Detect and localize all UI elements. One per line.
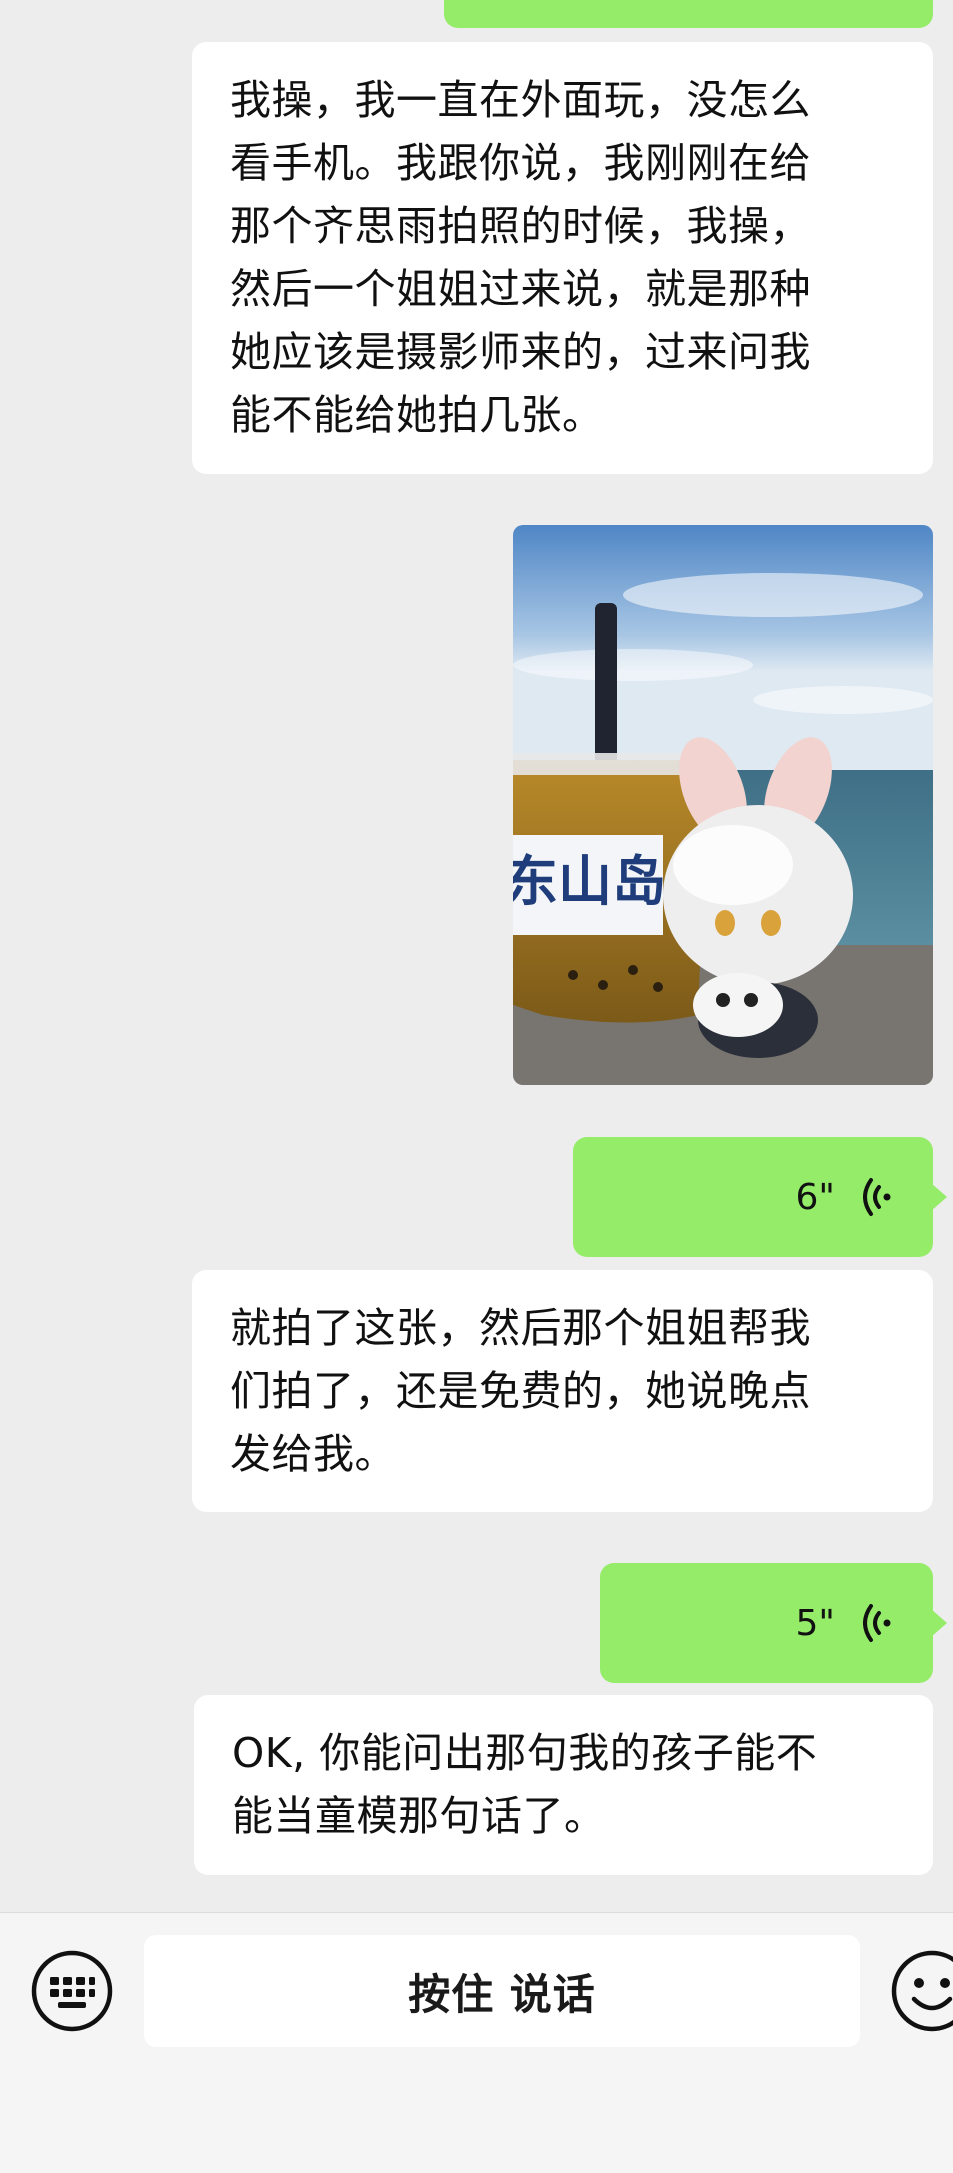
received-message[interactable]: 就拍了这张，然后那个姐姐帮我 们拍了，还是免费的，她说晚点 发给我。 (192, 1270, 933, 1512)
chat-area[interactable]: 我操，我一直在外面玩，没怎么 看手机。我跟你说，我刚刚在给 那个齐思雨拍照的时候… (0, 0, 953, 1912)
sent-image-message[interactable]: 东山岛 (513, 525, 933, 1085)
voice-duration: 5" (795, 1602, 835, 1644)
received-message[interactable]: 我操，我一直在外面玩，没怎么 看手机。我跟你说，我刚刚在给 那个齐思雨拍照的时候… (192, 42, 933, 474)
sent-voice-message[interactable]: 6" (573, 1137, 947, 1257)
bubble-tail (931, 1609, 947, 1637)
sent-bubble-partial[interactable] (444, 0, 933, 28)
keyboard-icon[interactable] (30, 1949, 114, 2033)
message-text: OK, 你能问出那句我的孩子能不 能当童模那句话了。 (232, 1729, 818, 1840)
voice-duration: 6" (795, 1176, 835, 1218)
emoji-icon[interactable] (890, 1949, 953, 2033)
voice-wave-icon (863, 1604, 891, 1642)
hold-to-talk-button[interactable]: 按住 说话 (144, 1935, 860, 2047)
input-bar: 按住 说话 (0, 1912, 953, 2173)
hold-to-talk-label: 按住 说话 (408, 1969, 596, 2019)
photo-milk-tea-and-plush-by-sea: 东山岛 (513, 525, 933, 1085)
message-text: 就拍了这张，然后那个姐姐帮我 们拍了，还是免费的，她说晚点 发给我。 (230, 1303, 811, 1478)
voice-wave-icon (863, 1178, 891, 1216)
sent-voice-message[interactable]: 5" (600, 1563, 947, 1683)
bubble-tail (931, 1183, 947, 1211)
received-message[interactable]: OK, 你能问出那句我的孩子能不 能当童模那句话了。 (194, 1695, 933, 1875)
message-text: 我操，我一直在外面玩，没怎么 看手机。我跟你说，我刚刚在给 那个齐思雨拍照的时候… (230, 76, 811, 439)
cup-label: 东山岛 (513, 849, 666, 913)
